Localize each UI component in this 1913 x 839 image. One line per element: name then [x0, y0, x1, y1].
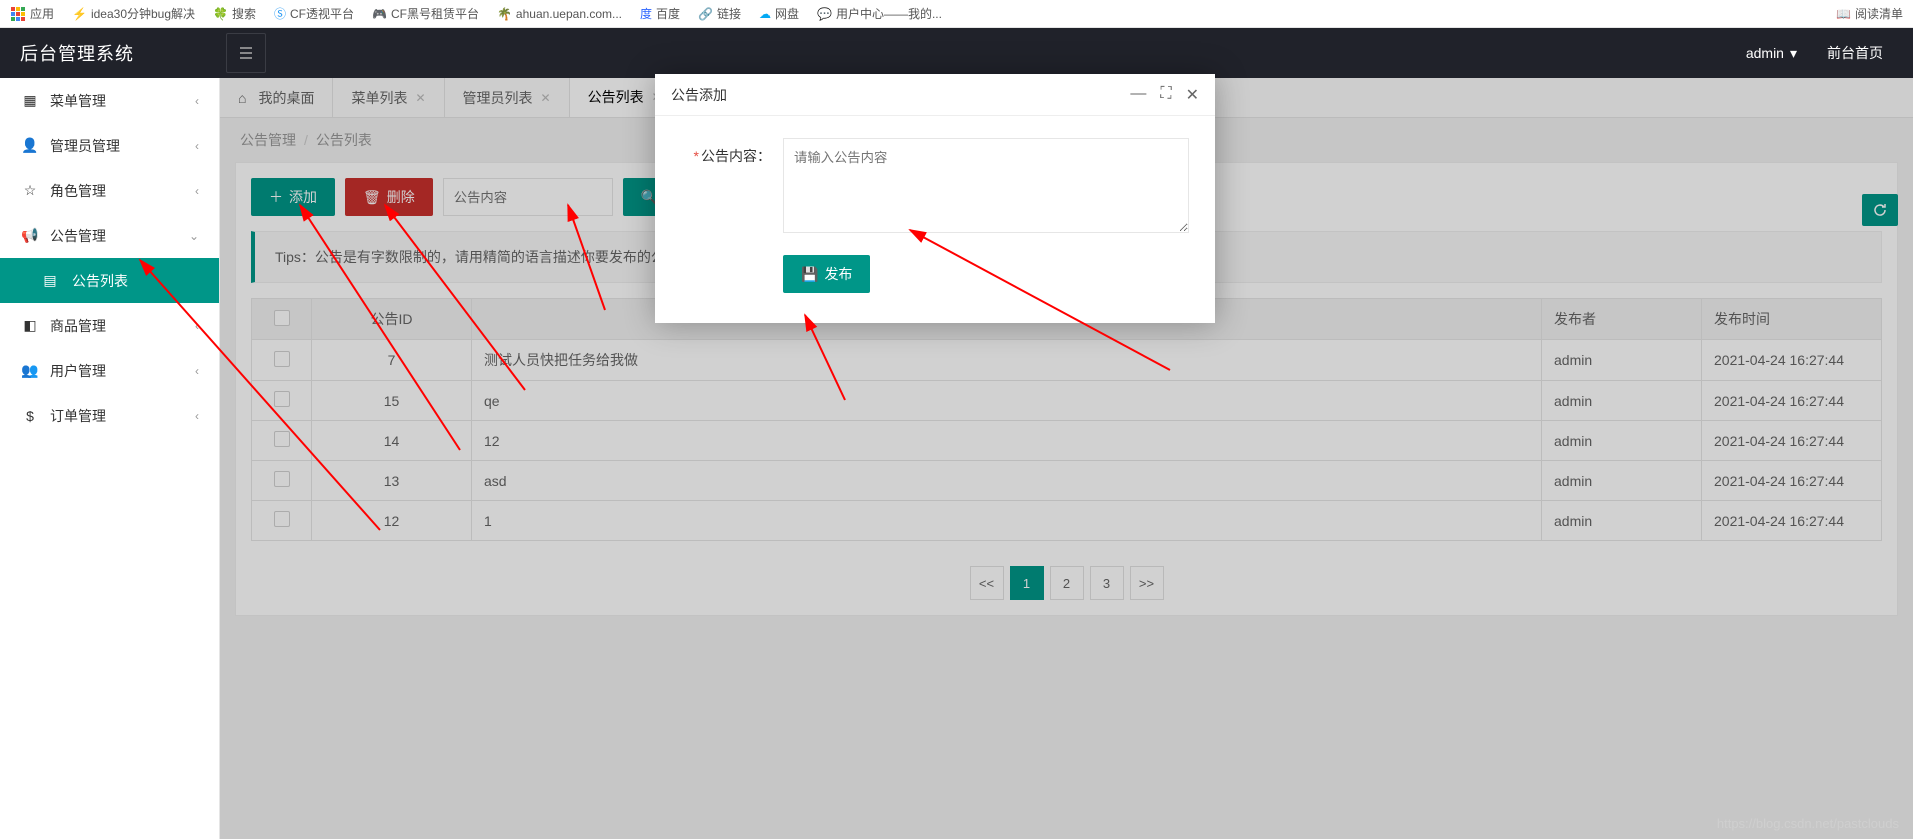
cube-icon: ◧	[20, 317, 40, 334]
app-header: 后台管理系统 admin ▾ 前台首页	[0, 28, 1913, 78]
sidebar-item-notice[interactable]: 📢 公告管理⌄	[0, 213, 219, 258]
app-logo: 后台管理系统	[0, 40, 220, 66]
bookmark-item[interactable]: 🍀搜索	[213, 5, 256, 22]
bookmark-item[interactable]: ⚡idea30分钟bug解决	[72, 5, 195, 22]
bookmark-item[interactable]: 🔗链接	[698, 5, 741, 22]
maximize-icon[interactable]: ⛶	[1160, 85, 1171, 105]
speaker-icon: 📢	[20, 227, 40, 244]
save-icon: 💾	[801, 266, 818, 283]
bookmark-item[interactable]: ☁网盘	[759, 5, 799, 22]
user-menu[interactable]: admin ▾	[1746, 45, 1797, 62]
list-icon: ▤	[40, 272, 60, 289]
bookmark-item[interactable]: ⓈCF透视平台	[274, 5, 354, 22]
star-icon: ☆	[20, 182, 40, 199]
sidebar-item-menu[interactable]: ▦ 菜单管理‹	[0, 78, 219, 123]
sidebar-item-product[interactable]: ◧ 商品管理‹	[0, 303, 219, 348]
sidebar-toggle[interactable]	[226, 33, 266, 73]
users-icon: 👥	[20, 362, 40, 379]
sidebar-item-admin[interactable]: 👤 管理员管理‹	[0, 123, 219, 168]
apps-icon[interactable]: 应用	[10, 5, 54, 22]
minimize-icon[interactable]: —	[1130, 85, 1146, 105]
browser-bookmarks-bar: 应用 ⚡idea30分钟bug解决 🍀搜索 ⓈCF透视平台 🎮CF黑号租赁平台 …	[0, 0, 1913, 28]
bookmark-item[interactable]: 度百度	[640, 5, 680, 22]
add-notice-dialog: 公告添加 — ⛶ ✕ *公告内容： 💾发布	[655, 74, 1215, 323]
chevron-down-icon: ▾	[1790, 45, 1797, 62]
sidebar-item-notice-list[interactable]: ▤ 公告列表	[0, 258, 219, 303]
notice-content-textarea[interactable]	[783, 138, 1189, 233]
bookmark-item[interactable]: 🎮CF黑号租赁平台	[372, 5, 479, 22]
sidebar-item-role[interactable]: ☆ 角色管理‹	[0, 168, 219, 213]
dialog-header: 公告添加 — ⛶ ✕	[655, 74, 1215, 116]
publish-button[interactable]: 💾发布	[783, 255, 870, 293]
sidebar-item-order[interactable]: $ 订单管理‹	[0, 393, 219, 438]
bookmark-item[interactable]: 🌴ahuan.uepan.com...	[497, 7, 622, 21]
form-label: *公告内容：	[681, 138, 771, 166]
grid-icon: ▦	[20, 92, 40, 109]
frontend-link[interactable]: 前台首页	[1827, 43, 1883, 63]
reading-list[interactable]: 📖阅读清单	[1836, 5, 1903, 22]
dollar-icon: $	[20, 408, 40, 424]
watermark: https://blog.csdn.net/pastclouds	[1717, 816, 1899, 831]
sidebar-item-user[interactable]: 👥 用户管理‹	[0, 348, 219, 393]
bookmark-item[interactable]: 💬用户中心——我的...	[817, 5, 942, 22]
close-icon[interactable]: ✕	[1186, 85, 1199, 105]
dialog-title: 公告添加	[671, 85, 727, 105]
user-icon: 👤	[20, 137, 40, 154]
sidebar: ▦ 菜单管理‹ 👤 管理员管理‹ ☆ 角色管理‹ 📢 公告管理⌄ ▤ 公告列表 …	[0, 78, 220, 839]
